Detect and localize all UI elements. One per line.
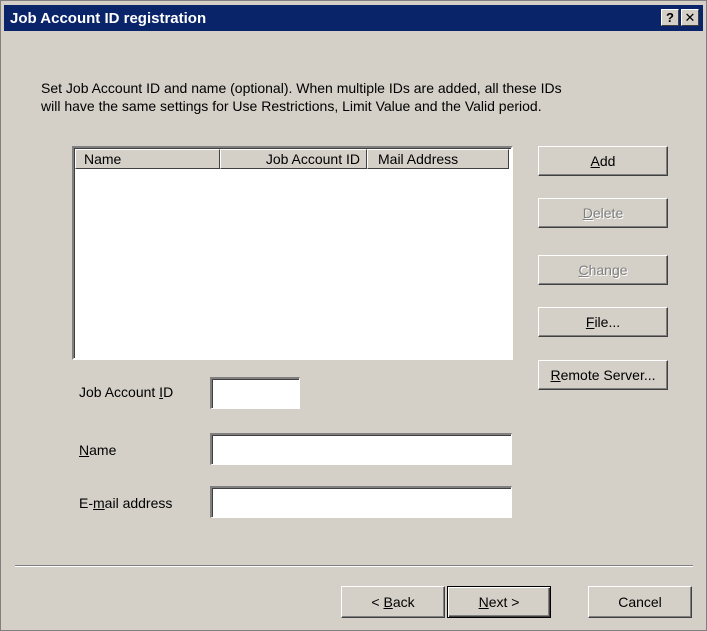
delete-button[interactable]: Delete — [538, 198, 668, 228]
column-header-job-account-id[interactable]: Job Account ID — [220, 149, 367, 169]
job-account-list[interactable]: Name Job Account ID Mail Address — [72, 146, 513, 360]
description-text: Set Job Account ID and name (optional). … — [41, 80, 562, 114]
name-field[interactable] — [210, 433, 512, 465]
title-bar[interactable]: Job Account ID registration ? ✕ — [4, 5, 703, 31]
change-button[interactable]: Change — [538, 255, 668, 285]
cancel-button[interactable]: Cancel — [588, 586, 692, 618]
close-icon: ✕ — [684, 10, 696, 25]
email-field[interactable] — [210, 486, 512, 518]
remote-server-button[interactable]: Remote Server... — [538, 360, 668, 390]
name-label: Name — [79, 442, 117, 458]
file-button[interactable]: File... — [538, 307, 668, 337]
help-button[interactable]: ? — [661, 9, 679, 26]
add-button[interactable]: Add — [538, 146, 668, 176]
column-header-mail-address[interactable]: Mail Address — [367, 149, 509, 169]
list-header: Name Job Account ID Mail Address — [75, 149, 509, 169]
window-title: Job Account ID registration — [10, 10, 207, 27]
job-account-id-label: Job Account ID — [79, 384, 174, 400]
job-account-id-field[interactable] — [210, 377, 300, 409]
close-button[interactable]: ✕ — [681, 9, 699, 26]
back-button[interactable]: < Back — [341, 586, 445, 618]
email-label: E-mail address — [79, 495, 173, 511]
next-button[interactable]: Next > — [447, 586, 551, 618]
job-account-dialog: Job Account ID registration ? ✕ Set Job … — [0, 0, 707, 631]
column-header-name[interactable]: Name — [75, 149, 220, 169]
